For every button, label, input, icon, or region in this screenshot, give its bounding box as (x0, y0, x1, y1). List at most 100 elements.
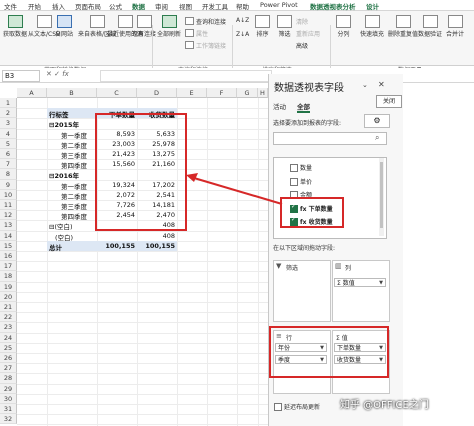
pivot-row-label-header[interactable]: 行标签 (49, 109, 69, 119)
row-header[interactable]: 11 (0, 200, 17, 211)
edit-links-button[interactable]: 工作簿链接 (185, 41, 226, 50)
pivot-row-label[interactable]: 第三季度 (61, 150, 87, 160)
row-header[interactable]: 13 (0, 220, 17, 231)
row-header[interactable]: 19 (0, 281, 17, 292)
row-header[interactable]: 18 (0, 271, 17, 282)
reapply-button[interactable]: 重新应用 (296, 29, 320, 38)
row-header[interactable]: 5 (0, 138, 17, 149)
from-web-button[interactable]: 自网站 (55, 15, 73, 38)
row-header[interactable]: 27 (0, 363, 17, 374)
column-header[interactable]: H (258, 88, 268, 98)
pivot-row-label[interactable]: 第二季度 (61, 140, 87, 150)
column-header[interactable]: A (17, 88, 47, 98)
row-header[interactable]: 25 (0, 342, 17, 353)
row-header[interactable]: 7 (0, 159, 17, 170)
row-header[interactable]: 26 (0, 353, 17, 364)
pivot-row-label[interactable]: 第一季度 (61, 130, 87, 140)
ribbon-tab[interactable]: 文件 (4, 1, 17, 11)
cancel-icon[interactable]: ✕ (46, 70, 54, 78)
text-to-columns-button[interactable]: 分列 (336, 15, 351, 38)
row-header[interactable]: 9 (0, 179, 17, 190)
flash-fill-button[interactable]: 快速填充 (360, 15, 384, 38)
ribbon-tab[interactable]: 数据透视表分析 (310, 1, 356, 11)
properties-button[interactable]: 属性 (185, 29, 208, 38)
filter-button[interactable]: 筛选 (277, 15, 292, 38)
ribbon-tab[interactable]: 公式 (109, 1, 122, 11)
row-header[interactable]: 16 (0, 251, 17, 262)
row-header[interactable]: 32 (0, 414, 17, 425)
consolidate-button[interactable]: 合并计 (446, 15, 464, 38)
row-header[interactable]: 12 (0, 210, 17, 221)
enter-icon[interactable]: ✓ (54, 70, 62, 78)
pivot-row-label[interactable]: ⊟(空白) (49, 221, 73, 231)
row-header[interactable]: 10 (0, 189, 17, 200)
pivot-row-label[interactable]: 第二季度 (61, 191, 87, 201)
row-header[interactable]: 15 (0, 240, 17, 251)
column-header[interactable]: C (97, 88, 137, 98)
pivot-row-label[interactable]: 第三季度 (61, 201, 87, 211)
row-header[interactable]: 3 (0, 118, 17, 129)
pivot-value-cell[interactable]: 100,155 (137, 242, 175, 250)
row-header[interactable]: 6 (0, 149, 17, 160)
column-header[interactable]: G (237, 88, 258, 98)
ribbon-tab[interactable]: 页面布局 (75, 1, 101, 11)
sort-za-button[interactable]: Z↓A (236, 31, 249, 38)
scrollbar-thumb[interactable] (380, 162, 383, 228)
ribbon-tab[interactable]: 插入 (52, 1, 65, 11)
queries-connections-button[interactable]: 查询和连接 (185, 17, 226, 26)
name-box[interactable]: B3 (2, 70, 40, 82)
row-header[interactable]: 24 (0, 332, 17, 343)
row-header[interactable]: 30 (0, 393, 17, 404)
pivot-value-cell[interactable]: 408 (137, 232, 175, 240)
ribbon-tab[interactable]: 视图 (179, 1, 192, 11)
row-header[interactable]: 28 (0, 373, 17, 384)
ribbon-tab[interactable]: 开始 (28, 1, 41, 11)
pivot-row-label[interactable]: ⊟2015年 (49, 119, 79, 129)
ribbon-tab[interactable]: Power Pivot (260, 1, 298, 9)
pivot-row-label[interactable]: 总计 (49, 242, 62, 252)
row-header[interactable]: 14 (0, 230, 17, 241)
defer-update-checkbox[interactable] (274, 403, 282, 411)
row-header[interactable]: 4 (0, 128, 17, 139)
row-header[interactable]: 20 (0, 291, 17, 302)
filters-area[interactable] (273, 260, 331, 322)
row-header[interactable]: 22 (0, 312, 17, 323)
pivot-row-label[interactable]: ⊟2016年 (49, 170, 79, 180)
remove-duplicates-button[interactable]: 删除重复值 (388, 15, 418, 38)
tab-active[interactable]: 活动 (273, 101, 286, 111)
row-header[interactable]: 17 (0, 261, 17, 272)
field-search-input[interactable] (273, 132, 387, 145)
sort-button[interactable]: 排序 (255, 15, 270, 38)
pivot-row-label[interactable]: 第四季度 (61, 211, 87, 221)
clear-filter-button[interactable]: 清除 (296, 17, 308, 26)
column-header[interactable]: B (47, 88, 97, 98)
columns-values-chip[interactable]: Σ 数值 ▼ (334, 278, 386, 287)
column-header[interactable]: E (177, 88, 207, 98)
row-header[interactable]: 1 (0, 98, 17, 109)
row-header[interactable]: 23 (0, 322, 17, 333)
fx-icon[interactable]: ✕ ✓ fx (46, 70, 69, 78)
column-header[interactable]: D (137, 88, 177, 98)
formula-input[interactable] (100, 70, 272, 82)
tab-all[interactable]: 全部 (297, 101, 310, 113)
field-checkbox[interactable] (290, 164, 298, 172)
chevron-down-icon[interactable]: ⌄ (362, 81, 368, 89)
field-checkbox[interactable] (290, 177, 298, 186)
ribbon-tab[interactable]: 审阅 (155, 1, 168, 11)
refresh-all-button[interactable]: 全部刷新 (157, 15, 181, 38)
data-validation-button[interactable]: 数据验证 (418, 15, 442, 38)
pivot-row-label[interactable]: 第四季度 (61, 160, 87, 170)
pivot-row-label[interactable]: 第一季度 (61, 181, 87, 191)
row-header[interactable]: 21 (0, 302, 17, 313)
row-header[interactable]: 2 (0, 108, 17, 119)
get-data-button[interactable]: 获取数据 (3, 15, 27, 38)
sort-az-button[interactable]: A↓Z (236, 17, 249, 24)
ribbon-tab[interactable]: 设计 (366, 1, 379, 11)
advanced-filter-button[interactable]: 高级 (296, 41, 308, 50)
pivot-value-cell[interactable]: 100,155 (97, 242, 135, 250)
row-header[interactable]: 8 (0, 169, 17, 180)
column-header[interactable]: F (207, 88, 237, 98)
close-icon[interactable]: ✕ (378, 80, 386, 89)
gear-icon[interactable]: ⚙ (364, 114, 390, 128)
row-header[interactable]: 29 (0, 383, 17, 394)
